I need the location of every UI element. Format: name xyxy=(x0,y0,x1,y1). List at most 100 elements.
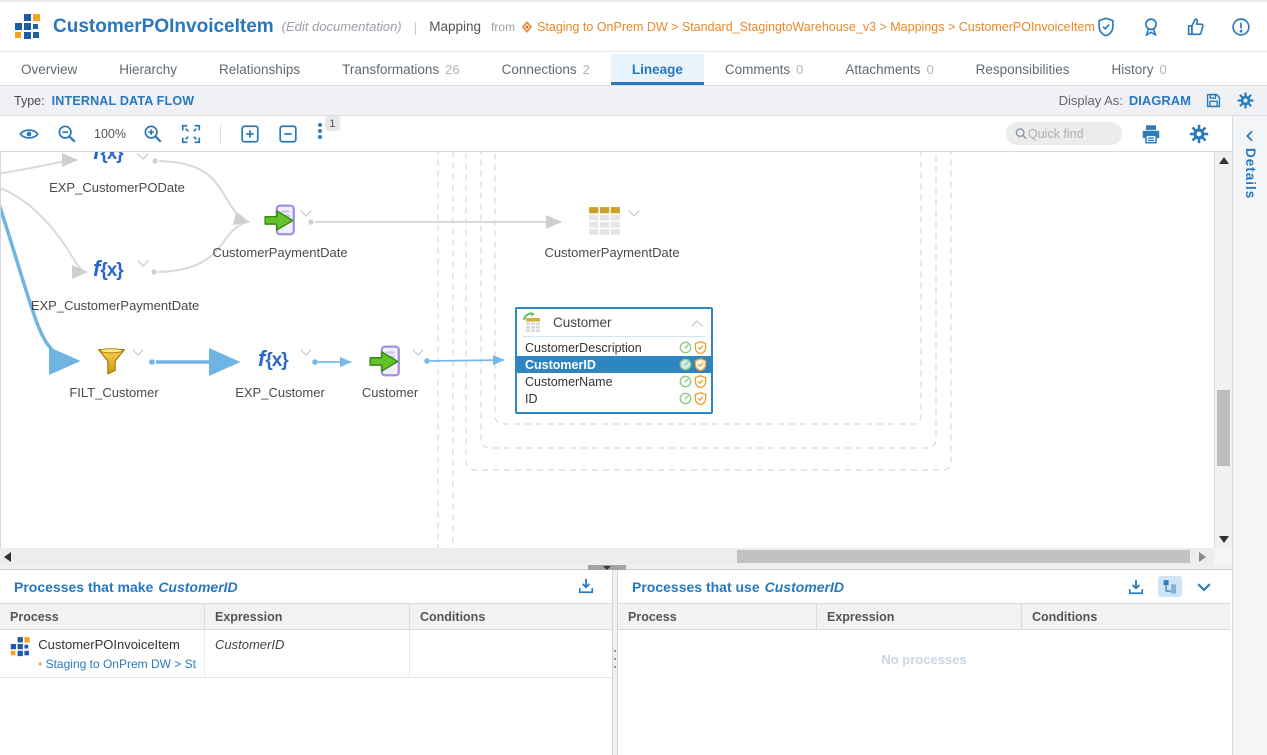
processes-make-column-headers: Process Expression Conditions xyxy=(0,603,612,630)
profiling-gauge-icon xyxy=(679,358,692,371)
collapse-panel-chevron-icon[interactable] xyxy=(1194,577,1214,597)
type-value: INTERNAL DATA FLOW xyxy=(52,94,195,108)
divider xyxy=(523,336,705,337)
vertical-scrollbar[interactable] xyxy=(1214,152,1232,548)
fit-to-screen-icon[interactable] xyxy=(180,123,202,145)
object-type-label: Mapping xyxy=(429,19,481,34)
settings-gear-icon[interactable] xyxy=(1236,91,1255,110)
processes-make-title: Processes that makeCustomerID xyxy=(14,579,238,595)
column-header-expression[interactable]: Expression xyxy=(817,604,1022,629)
display-as-value[interactable]: DIAGRAM xyxy=(1129,93,1191,108)
search-icon xyxy=(1014,126,1028,141)
tab-relationships[interactable]: Relationships xyxy=(198,54,321,85)
edit-documentation-link[interactable]: (Edit documentation) xyxy=(282,19,402,34)
tab-hierarchy[interactable]: Hierarchy xyxy=(98,54,198,85)
application-window: CustomerPOInvoiceItem (Edit documentatio… xyxy=(0,0,1267,755)
tab-lineage[interactable]: Lineage xyxy=(611,54,704,85)
processes-make-panel: Processes that makeCustomerID Process Ex… xyxy=(0,570,612,755)
field-row-customerdescription[interactable]: CustomerDescription xyxy=(517,339,711,356)
tab-comments[interactable]: Comments0 xyxy=(704,54,825,85)
vertical-scrollbar-thumb[interactable] xyxy=(1217,390,1230,466)
process-path-link[interactable]: Staging to OnPrem DW > St xyxy=(38,657,196,671)
node-exp-customerpaymentdate-icon[interactable]: f{x} xyxy=(93,256,123,282)
field-row-customername[interactable]: CustomerName xyxy=(517,373,711,390)
shield-check-icon[interactable] xyxy=(1095,16,1117,38)
save-icon[interactable] xyxy=(1204,91,1223,110)
field-row-customerid[interactable]: CustomerID xyxy=(517,356,711,373)
quick-find-box[interactable] xyxy=(1006,122,1122,145)
tab-transformations[interactable]: Transformations26 xyxy=(321,54,481,85)
trust-shield-icon xyxy=(694,358,707,371)
asset-header: CustomerPOInvoiceItem (Edit documentatio… xyxy=(0,0,1267,52)
overlay-count-badge: 1 xyxy=(325,116,340,131)
overlay-options-button[interactable]: 1 xyxy=(313,120,333,147)
profiling-gauge-icon xyxy=(679,392,692,405)
type-bar: Type: INTERNAL DATA FLOW Display As: DIA… xyxy=(0,86,1267,116)
node-customer-port-icon[interactable] xyxy=(367,344,403,385)
diagram-settings-gear-icon[interactable] xyxy=(1188,123,1210,145)
expand-details-chevron-icon[interactable] xyxy=(1242,128,1258,144)
zoom-level: 100% xyxy=(94,127,126,141)
tab-overview[interactable]: Overview xyxy=(0,54,98,85)
collapse-all-icon[interactable] xyxy=(277,123,299,145)
lineage-canvas[interactable]: f{x} EXP_CustomerPODate CustomerPaymentD… xyxy=(0,152,1214,548)
tab-responsibilities[interactable]: Responsibilities xyxy=(955,54,1091,85)
horizontal-scrollbar-thumb[interactable] xyxy=(737,550,1190,563)
node-exp-customer-icon[interactable]: f{x} xyxy=(258,346,288,372)
zoom-out-icon[interactable] xyxy=(56,123,78,145)
processes-use-panel: Processes that useCustomerID Process Exp… xyxy=(618,570,1230,755)
process-name: CustomerPOInvoiceItem xyxy=(38,637,180,652)
field-row-id[interactable]: ID xyxy=(517,390,711,407)
scroll-left-arrow[interactable] xyxy=(4,552,11,562)
column-header-conditions[interactable]: Conditions xyxy=(1022,604,1230,629)
node-label: CustomerPaymentDate xyxy=(212,245,347,260)
column-header-process[interactable]: Process xyxy=(618,604,817,629)
node-label: EXP_Customer xyxy=(235,385,325,400)
processes-make-header: Processes that makeCustomerID xyxy=(0,570,612,603)
column-header-expression[interactable]: Expression xyxy=(205,604,410,629)
port-dots xyxy=(149,158,430,364)
page-title: CustomerPOInvoiceItem xyxy=(53,16,274,38)
node-label: EXP_CustomerPaymentDate xyxy=(31,298,199,313)
customer-table-collapse-chevron-icon[interactable] xyxy=(691,320,702,331)
alert-circle-icon[interactable] xyxy=(1230,16,1252,38)
customer-table-header[interactable]: Customer xyxy=(517,309,711,336)
scroll-right-arrow[interactable] xyxy=(1199,552,1206,562)
scrollbar-corner xyxy=(1214,548,1232,565)
column-header-process[interactable]: Process xyxy=(0,604,205,629)
node-customerpaymentdate-table-icon[interactable] xyxy=(585,203,623,246)
node-filt-customer-icon[interactable] xyxy=(96,346,127,382)
tab-attachments[interactable]: Attachments0 xyxy=(824,54,954,85)
details-panel-tab[interactable]: Details xyxy=(1242,148,1258,199)
profiling-gauge-icon xyxy=(679,341,692,354)
tree-view-toggle-icon[interactable] xyxy=(1158,576,1182,597)
trust-shield-icon xyxy=(694,392,707,405)
process-table-row[interactable]: CustomerPOInvoiceItem Staging to OnPrem … xyxy=(0,630,612,678)
print-icon[interactable] xyxy=(1140,123,1162,145)
tab-connections[interactable]: Connections2 xyxy=(481,54,611,85)
processes-use-title: Processes that useCustomerID xyxy=(632,579,844,595)
zoom-in-icon[interactable] xyxy=(142,123,164,145)
processes-use-column-headers: Process Expression Conditions xyxy=(618,603,1230,630)
horizontal-scrollbar[interactable] xyxy=(0,548,1214,565)
diagram-toolbar: 100% 1 xyxy=(0,116,1232,152)
expand-all-icon[interactable] xyxy=(239,123,261,145)
customer-table-node[interactable]: Customer CustomerDescription CustomerID … xyxy=(515,307,713,414)
scroll-down-arrow[interactable] xyxy=(1219,536,1229,543)
column-header-conditions[interactable]: Conditions xyxy=(410,604,612,629)
quick-find-input[interactable] xyxy=(1028,127,1114,141)
certification-ribbon-icon[interactable] xyxy=(1140,16,1162,38)
divider-drag-dots xyxy=(614,650,616,668)
node-exp-customerpodate-icon[interactable]: f{x} xyxy=(93,152,123,165)
trust-shield-icon xyxy=(694,375,707,388)
header-separator: | xyxy=(414,19,418,35)
breadcrumb[interactable]: Staging to OnPrem DW > Standard_Stagingt… xyxy=(521,20,1095,34)
toolbar-separator xyxy=(220,125,221,143)
scroll-up-arrow[interactable] xyxy=(1219,157,1229,164)
export-download-icon[interactable] xyxy=(1126,577,1146,597)
tab-history[interactable]: History0 xyxy=(1090,54,1187,85)
thumbs-up-icon[interactable] xyxy=(1185,16,1207,38)
node-customerpaymentdate-port-icon[interactable] xyxy=(262,203,298,244)
export-download-icon[interactable] xyxy=(576,576,596,596)
view-eye-icon[interactable] xyxy=(18,123,40,145)
